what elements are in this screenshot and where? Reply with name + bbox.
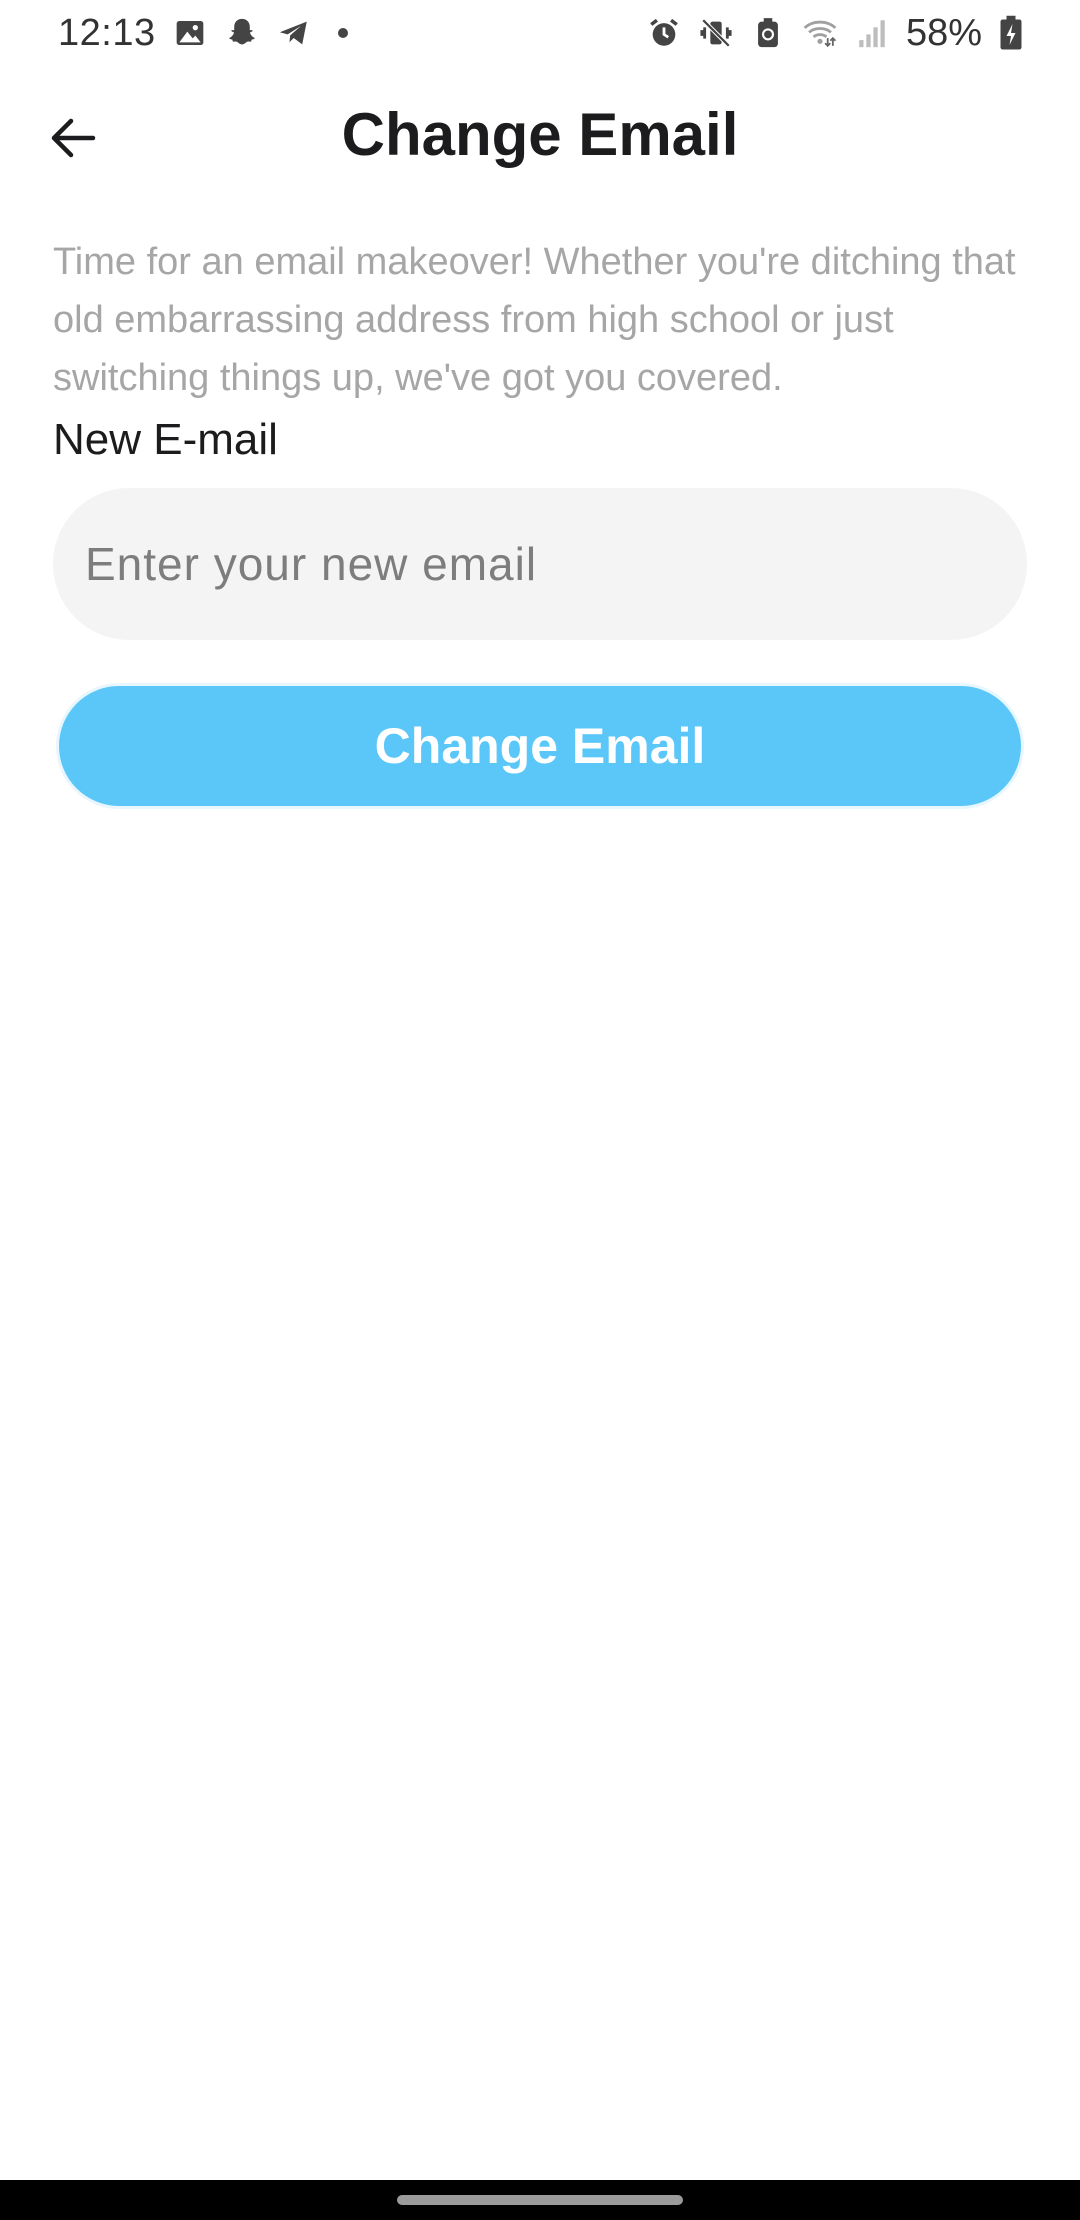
app-header: Change Email xyxy=(0,90,1080,185)
battery-percent: 58% xyxy=(905,11,982,54)
battery-charging-icon xyxy=(998,15,1024,51)
alarm-icon xyxy=(646,15,682,51)
gallery-icon xyxy=(172,15,208,51)
telegram-icon xyxy=(276,15,312,51)
battery-saver-icon xyxy=(750,15,786,51)
home-indicator[interactable] xyxy=(397,2195,683,2205)
description-text: Time for an email makeover! Whether you'… xyxy=(53,241,1016,399)
signal-icon xyxy=(854,15,890,51)
wifi-icon xyxy=(802,15,838,51)
status-bar-left: 12:13 xyxy=(58,12,348,55)
status-bar: 12:13 58% xyxy=(0,0,1080,66)
status-bar-right: 58% xyxy=(646,12,1024,55)
page-title: Change Email xyxy=(341,101,739,168)
vibrate-mute-icon xyxy=(698,15,734,51)
email-field-label: New E-mail xyxy=(53,415,278,464)
change-email-button[interactable]: Change Email xyxy=(56,683,1024,809)
email-input[interactable] xyxy=(53,488,1027,640)
status-time: 12:13 xyxy=(58,11,156,54)
snapchat-icon xyxy=(224,15,260,51)
navigation-bar xyxy=(0,2180,1080,2220)
dot-icon xyxy=(337,28,348,38)
